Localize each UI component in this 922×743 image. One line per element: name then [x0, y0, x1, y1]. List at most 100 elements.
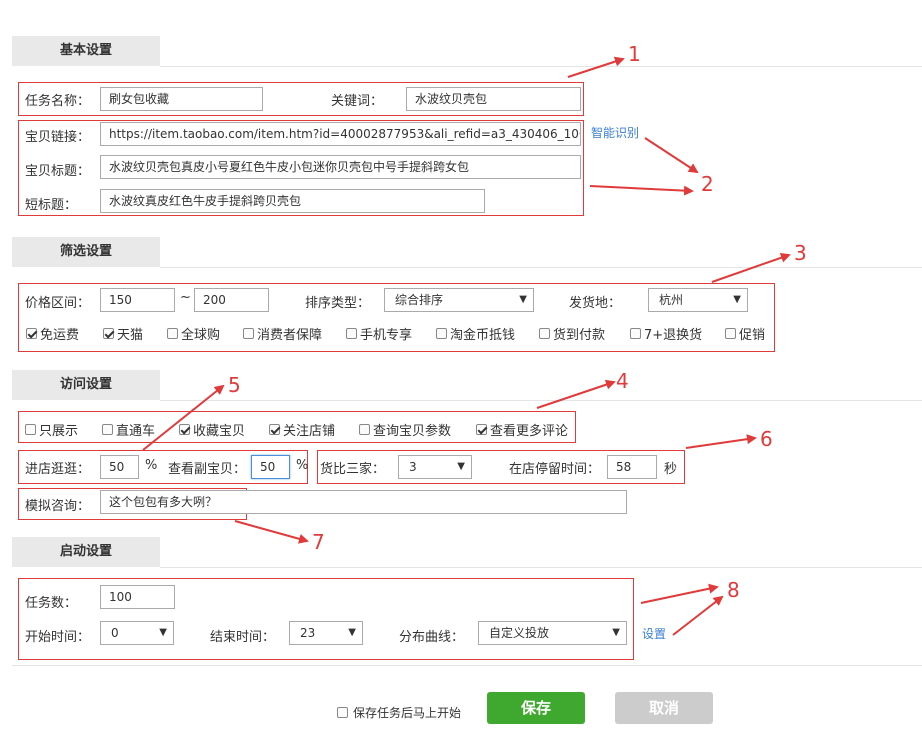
section-divider [160, 400, 922, 401]
checkbox-icon [102, 424, 113, 435]
section-title-filter: 筛选设置 [12, 237, 160, 267]
start-time-select[interactable]: 0 ▼ [100, 621, 174, 645]
start-time-value: 0 [111, 626, 119, 640]
browse-shop-label: 进店逛逛： [25, 462, 91, 477]
checkbox-label: 查询宝贝参数 [373, 424, 452, 439]
checkbox-icon [243, 328, 254, 339]
ship-from-label: 发货地： [569, 296, 622, 311]
annotation-arrow-6 [685, 434, 757, 449]
compare-shops-select[interactable]: 3 ▼ [398, 455, 472, 479]
checkbox-label: 天猫 [117, 328, 144, 343]
annotation-arrow-3 [711, 252, 791, 283]
cancel-button[interactable]: 取消 [615, 692, 713, 724]
task-name-label: 任务名称： [25, 94, 91, 109]
checkbox-icon [167, 328, 178, 339]
task-count-input[interactable]: 100 [100, 585, 175, 609]
filter-taojinbi-checkbox[interactable]: 淘金币抵钱 [436, 324, 515, 343]
annotation-arrow-2a [644, 137, 699, 174]
save-button[interactable]: 保存 [487, 692, 585, 724]
annotation-arrow-4 [536, 379, 616, 409]
dropdown-arrow-icon: ▼ [733, 294, 741, 305]
visit-item-params-checkbox[interactable]: 查询宝贝参数 [359, 420, 451, 439]
stay-time-label: 在店停留时间： [509, 462, 601, 477]
smart-detect-link[interactable]: 智能识别 [591, 124, 639, 141]
dropdown-arrow-icon: ▼ [348, 627, 356, 638]
annotation-number-7: 7 [312, 530, 325, 554]
checkbox-label: 货到付款 [553, 328, 606, 343]
visit-ztc-checkbox[interactable]: 直通车 [102, 420, 155, 439]
checkbox-icon [725, 328, 736, 339]
section-title-launch: 启动设置 [12, 537, 160, 567]
distribution-curve-select[interactable]: 自定义投放 ▼ [478, 621, 627, 645]
filter-mobile-exclusive-checkbox[interactable]: 手机专享 [346, 324, 412, 343]
compare-shops-label: 货比三家： [320, 462, 386, 477]
checkbox-label: 只展示 [39, 424, 79, 439]
browse-shop-input[interactable]: 50 [100, 455, 139, 479]
end-time-value: 23 [300, 626, 316, 640]
annotation-number-5: 5 [228, 373, 241, 397]
checkbox-icon [539, 328, 550, 339]
annotation-number-3: 3 [794, 241, 807, 265]
annotation-arrow-8a [640, 583, 719, 604]
percent-unit: % [296, 458, 309, 473]
checkbox-label: 直通车 [116, 424, 156, 439]
item-title-input[interactable]: 水波纹贝壳包真皮小号夏红色牛皮小包迷你贝壳包中号手提斜跨女包 [100, 155, 581, 179]
filter-free-shipping-checkbox[interactable]: 免运费 [26, 324, 79, 343]
task-name-input[interactable]: 刷女包收藏 [100, 87, 263, 111]
checkbox-icon [359, 424, 370, 435]
checkbox-label: 消费者保障 [257, 328, 323, 343]
checkbox-label: 淘金币抵钱 [450, 328, 516, 343]
checkbox-checked-icon [103, 328, 114, 339]
end-time-label: 结束时间： [210, 630, 276, 645]
annotation-arrow-1 [567, 56, 625, 78]
start-time-label: 开始时间： [25, 630, 91, 645]
curve-settings-link[interactable]: 设置 [642, 625, 666, 642]
keyword-input[interactable]: 水波纹贝壳包 [406, 87, 581, 111]
item-link-input[interactable]: https://item.taobao.com/item.htm?id=4000… [100, 122, 581, 146]
sort-type-value: 综合排序 [395, 293, 444, 307]
section-divider [160, 66, 922, 67]
checkbox-icon [346, 328, 357, 339]
checkbox-checked-icon [269, 424, 280, 435]
filter-cod-checkbox[interactable]: 货到付款 [539, 324, 605, 343]
annotation-number-8: 8 [727, 578, 740, 602]
end-time-select[interactable]: 23 ▼ [289, 621, 363, 645]
short-title-label: 短标题： [25, 198, 78, 213]
checkbox-icon [337, 707, 348, 718]
sort-type-select[interactable]: 综合排序 ▼ [384, 288, 534, 312]
visit-display-only-checkbox[interactable]: 只展示 [25, 420, 78, 439]
short-title-input[interactable]: 水波纹真皮红色牛皮手提斜跨贝壳包 [100, 189, 485, 213]
ship-from-select[interactable]: 杭州 ▼ [648, 288, 748, 312]
price-max-input[interactable]: 200 [194, 288, 269, 312]
checkbox-checked-icon [179, 424, 190, 435]
section-title-visit: 访问设置 [12, 370, 160, 400]
price-range-label: 价格区间： [25, 296, 91, 311]
checkbox-label: 促销 [739, 328, 766, 343]
visit-favorite-item-checkbox[interactable]: 收藏宝贝 [179, 420, 245, 439]
consult-input[interactable]: 这个包包有多大咧？ [100, 490, 627, 514]
autostart-checkbox[interactable]: 保存任务后马上开始 [337, 704, 461, 721]
checkbox-label: 查看更多评论 [490, 424, 569, 439]
footer-divider [12, 665, 922, 666]
section-divider [160, 267, 922, 268]
filter-consumer-protection-checkbox[interactable]: 消费者保障 [243, 324, 322, 343]
price-min-input[interactable]: 150 [100, 288, 175, 312]
visit-more-reviews-checkbox[interactable]: 查看更多评论 [476, 420, 568, 439]
dropdown-arrow-icon: ▼ [519, 294, 527, 305]
checkbox-label: 7+退换货 [644, 328, 703, 343]
annotation-number-4: 4 [616, 369, 629, 393]
filter-promotion-checkbox[interactable]: 促销 [725, 324, 765, 343]
checkbox-label: 全球购 [181, 328, 221, 343]
filter-return-7days-checkbox[interactable]: 7+退换货 [630, 324, 702, 343]
visit-follow-shop-checkbox[interactable]: 关注店铺 [269, 420, 335, 439]
annotation-number-2: 2 [701, 172, 714, 196]
checkbox-icon [630, 328, 641, 339]
sub-item-input[interactable]: 50 [251, 455, 290, 479]
filter-global-checkbox[interactable]: 全球购 [167, 324, 220, 343]
filter-tmall-checkbox[interactable]: 天猫 [103, 324, 143, 343]
annotation-arrow-8b [672, 595, 724, 636]
section-title-basic: 基本设置 [12, 36, 160, 66]
stay-time-input[interactable]: 58 [607, 455, 657, 479]
consult-label: 模拟咨询： [25, 499, 91, 514]
checkbox-checked-icon [26, 328, 37, 339]
